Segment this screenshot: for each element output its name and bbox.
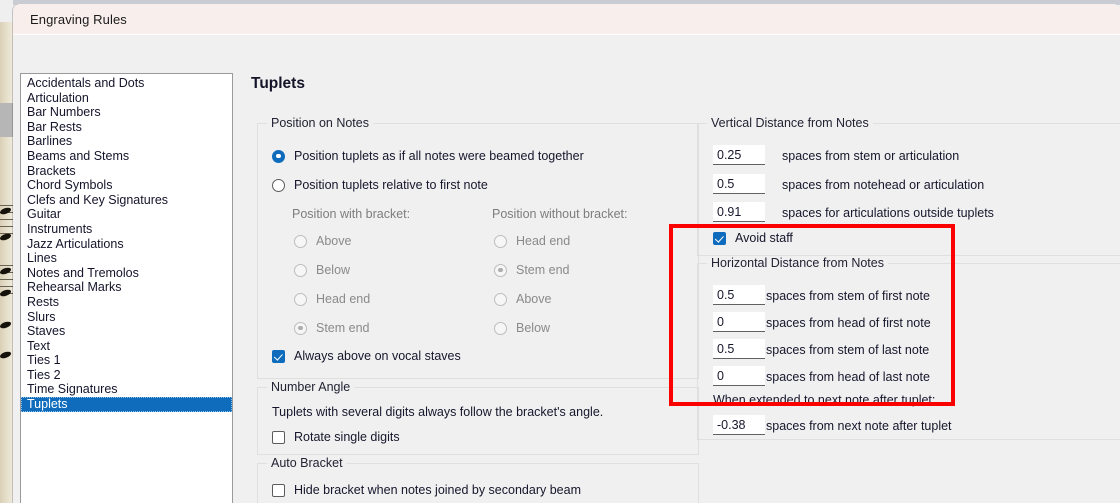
checkbox-icon[interactable] (272, 349, 285, 363)
radio-button-icon[interactable] (494, 292, 507, 306)
score-page-sliver (0, 22, 13, 503)
unit-label: spaces from next note after tuplet (766, 419, 952, 433)
unit-label: spaces from head of first note (766, 316, 931, 330)
list-item[interactable]: Guitar (21, 207, 232, 222)
list-item[interactable]: Jazz Articulations (21, 237, 232, 252)
radio-label: Position tuplets as if all notes were be… (294, 149, 584, 163)
unit-label: spaces from head of last note (766, 370, 930, 384)
field-spaces-from-stem-of-last-note[interactable] (713, 339, 765, 359)
list-item[interactable]: Bar Numbers (21, 105, 232, 120)
list-item[interactable]: Beams and Stems (21, 149, 232, 164)
radio-button-icon[interactable] (272, 178, 285, 192)
radio-without-bracket-above[interactable]: Above (494, 292, 551, 306)
radio-button-icon[interactable] (494, 234, 507, 248)
number-angle-legend: Number Angle (267, 380, 355, 394)
radio-button-icon[interactable] (294, 292, 307, 306)
checkbox-rotate-single-digits[interactable]: Rotate single digits (272, 430, 400, 444)
unit-label: spaces for articulations outside tuplets (782, 206, 994, 220)
number-angle-group: Number Angle (257, 380, 699, 455)
radio-label: Above (316, 234, 352, 248)
checkbox-avoid-staff[interactable]: Avoid staff (713, 231, 793, 245)
checkbox-label: Avoid staff (735, 231, 793, 245)
radio-position-relative[interactable]: Position tuplets relative to first note (272, 178, 488, 192)
engraving-rules-dialog: Engraving Rules Accidentals and Dots Art… (13, 4, 1120, 503)
list-item[interactable]: Articulation (21, 91, 232, 106)
list-item[interactable]: Staves (21, 324, 232, 339)
vertical-distance-legend: Vertical Distance from Notes (707, 116, 873, 130)
extended-note-label: When extended to next note after tuplet: (713, 393, 936, 407)
list-item[interactable]: Text (21, 339, 232, 354)
number-angle-description: Tuplets with several digits always follo… (272, 405, 604, 419)
radio-label: Head end (516, 234, 571, 248)
dialog-titlebar: Engraving Rules (13, 4, 1120, 35)
scrollbar-sliver (0, 103, 13, 137)
field-spaces-from-head-of-last-note[interactable] (713, 366, 765, 386)
field-spaces-from-head-of-first-note[interactable] (713, 312, 765, 332)
horizontal-distance-legend: Horizontal Distance from Notes (707, 256, 888, 270)
radio-position-beamed[interactable]: Position tuplets as if all notes were be… (272, 149, 584, 163)
radio-button-icon[interactable] (294, 234, 307, 248)
list-item[interactable]: Ties 1 (21, 353, 232, 368)
radio-with-bracket-below[interactable]: Below (294, 263, 350, 277)
unit-label: spaces from notehead or articulation (782, 178, 985, 192)
list-item[interactable]: Barlines (21, 134, 232, 149)
checkbox-label: Always above on vocal staves (294, 349, 461, 363)
without-bracket-heading: Position without bracket: (492, 207, 628, 221)
dialog-body: Accidentals and Dots Articulation Bar Nu… (13, 35, 1120, 503)
list-item[interactable]: Lines (21, 251, 232, 266)
radio-without-bracket-below[interactable]: Below (494, 321, 550, 335)
dialog-title: Engraving Rules (30, 11, 127, 27)
radio-label: Below (516, 321, 551, 335)
checkbox-hide-bracket-secondary-beam[interactable]: Hide bracket when notes joined by second… (272, 483, 581, 497)
list-item[interactable]: Bar Rests (21, 120, 232, 135)
list-item[interactable]: Clefs and Key Signatures (21, 193, 232, 208)
field-spaces-from-next-note-after-tuplet[interactable] (713, 415, 765, 435)
radio-label: Stem end (516, 263, 570, 277)
radio-button-icon[interactable] (294, 263, 307, 277)
unit-label: spaces from stem of last note (766, 343, 930, 357)
auto-bracket-legend: Auto Bracket (267, 456, 347, 470)
page-title: Tuplets (251, 75, 305, 92)
list-item[interactable]: Accidentals and Dots (21, 76, 232, 91)
field-spaces-from-notehead-or-articulation[interactable] (713, 174, 765, 194)
position-on-notes-legend: Position on Notes (267, 116, 373, 130)
radio-with-bracket-above[interactable]: Above (294, 234, 351, 248)
list-item[interactable]: Time Signatures (21, 382, 232, 397)
unit-label: spaces from stem of first note (766, 289, 930, 303)
checkbox-always-above-vocal-staves[interactable]: Always above on vocal staves (272, 349, 461, 363)
checkbox-icon[interactable] (272, 430, 285, 444)
radio-with-bracket-stem-end[interactable]: Stem end (294, 321, 370, 335)
radio-without-bracket-stem-end[interactable]: Stem end (494, 263, 570, 277)
list-item[interactable]: Slurs (21, 310, 232, 325)
list-item-tuplets[interactable]: Tuplets (21, 397, 232, 412)
list-item[interactable]: Notes and Tremolos (21, 266, 232, 281)
field-spaces-for-articulations-outside-tuplets[interactable] (713, 202, 765, 222)
radio-button-icon[interactable] (494, 321, 507, 335)
list-item[interactable]: Brackets (21, 164, 232, 179)
list-item[interactable]: Rehearsal Marks (21, 280, 232, 295)
unit-label: spaces from stem or articulation (782, 149, 960, 163)
with-bracket-heading: Position with bracket: (292, 207, 411, 221)
list-item[interactable]: Ties 2 (21, 368, 232, 383)
checkbox-label: Rotate single digits (294, 430, 400, 444)
field-spaces-from-stem-or-articulation[interactable] (713, 145, 765, 165)
radio-label: Head end (316, 292, 371, 306)
radio-label: Below (316, 263, 351, 277)
checkbox-label: Hide bracket when notes joined by second… (294, 483, 581, 497)
radio-button-icon[interactable] (294, 321, 307, 335)
list-item[interactable]: Rests (21, 295, 232, 310)
radio-label: Stem end (316, 321, 370, 335)
list-item[interactable]: Instruments (21, 222, 232, 237)
radio-button-icon[interactable] (272, 149, 285, 163)
radio-label: Position tuplets relative to first note (294, 178, 488, 192)
checkbox-icon[interactable] (713, 231, 726, 245)
category-listbox[interactable]: Accidentals and Dots Articulation Bar Nu… (20, 73, 233, 503)
list-item[interactable]: Chord Symbols (21, 178, 232, 193)
field-spaces-from-stem-of-first-note[interactable] (713, 285, 765, 305)
checkbox-icon[interactable] (272, 483, 285, 497)
radio-button-icon[interactable] (494, 263, 507, 277)
radio-label: Above (516, 292, 552, 306)
radio-with-bracket-head-end[interactable]: Head end (294, 292, 370, 306)
radio-without-bracket-head-end[interactable]: Head end (494, 234, 570, 248)
